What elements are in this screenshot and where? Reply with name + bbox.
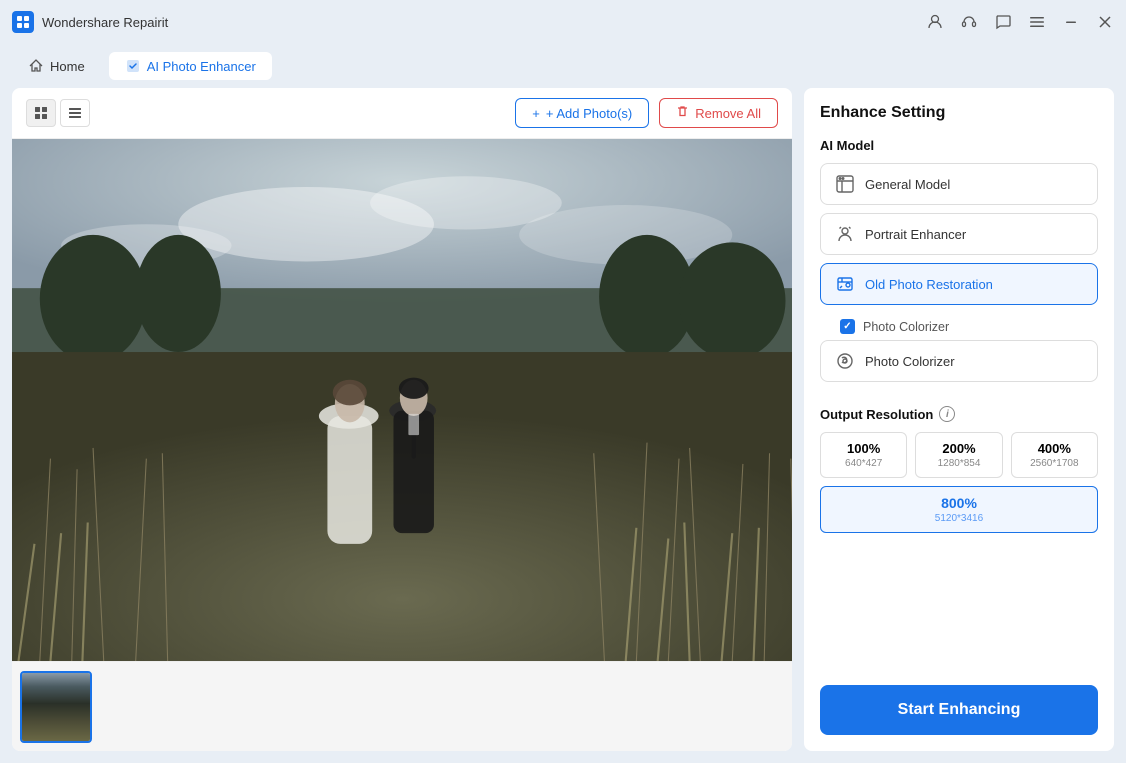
minimize-icon[interactable] <box>1062 13 1080 31</box>
resolution-400[interactable]: 400% 2560*1708 <box>1011 432 1098 478</box>
home-icon <box>28 58 44 74</box>
thumbnail-image <box>22 673 90 741</box>
toolbar: + + Add Photo(s) Remove All <box>12 88 792 139</box>
chat-icon[interactable] <box>994 13 1012 31</box>
app-logo <box>12 11 34 33</box>
photo-colorizer-suboption[interactable]: Photo Colorizer <box>820 313 1098 340</box>
old-photo-model-label: Old Photo Restoration <box>865 277 993 292</box>
thumbnail-item[interactable] <box>20 671 92 743</box>
close-icon[interactable] <box>1096 13 1114 31</box>
headset-icon[interactable] <box>960 13 978 31</box>
resolution-800[interactable]: 800% 5120*3416 <box>820 486 1098 533</box>
model-general[interactable]: General Model <box>820 163 1098 205</box>
ai-model-label: AI Model <box>820 138 1098 153</box>
model-colorizer[interactable]: Photo Colorizer <box>820 340 1098 382</box>
navbar: Home AI Photo Enhancer <box>0 44 1126 88</box>
trash-icon <box>676 105 689 121</box>
colorizer-model-label: Photo Colorizer <box>865 354 955 369</box>
resolution-200[interactable]: 200% 1280*854 <box>915 432 1002 478</box>
resolution-section: Output Resolution i 100% 640*427 200% 12… <box>820 406 1098 549</box>
view-toggles <box>26 99 90 127</box>
app-title: Wondershare Repairit <box>42 15 168 30</box>
titlebar: Wondershare Repairit <box>0 0 1126 44</box>
panel-title: Enhance Setting <box>820 104 1098 122</box>
menu-icon[interactable] <box>1028 13 1046 31</box>
user-icon[interactable] <box>926 13 944 31</box>
tab-ai-enhancer-label: AI Photo Enhancer <box>147 59 256 74</box>
photo-display <box>12 139 792 661</box>
right-panel: Enhance Setting AI Model General Model <box>804 88 1114 751</box>
general-model-icon <box>835 174 855 194</box>
model-portrait[interactable]: Portrait Enhancer <box>820 213 1098 255</box>
tab-home[interactable]: Home <box>12 52 101 80</box>
colorizer-model-icon <box>835 351 855 371</box>
add-photos-button[interactable]: + + Add Photo(s) <box>515 98 649 128</box>
plus-icon: + <box>532 106 540 121</box>
enhancer-icon <box>125 58 141 74</box>
remove-all-button[interactable]: Remove All <box>659 98 778 128</box>
general-model-label: General Model <box>865 177 950 192</box>
resolution-grid: 100% 640*427 200% 1280*854 400% 2560*170… <box>820 432 1098 478</box>
toolbar-actions: + + Add Photo(s) Remove All <box>515 98 778 128</box>
tab-ai-photo-enhancer[interactable]: AI Photo Enhancer <box>109 52 272 80</box>
photo-image <box>12 139 792 661</box>
titlebar-left: Wondershare Repairit <box>12 11 168 33</box>
list-view-button[interactable] <box>60 99 90 127</box>
tab-home-label: Home <box>50 59 85 74</box>
thumbnail-strip <box>12 661 792 751</box>
colorizer-suboption-label: Photo Colorizer <box>863 320 949 334</box>
portrait-model-label: Portrait Enhancer <box>865 227 966 242</box>
titlebar-controls <box>926 13 1114 31</box>
start-enhancing-button[interactable]: Start Enhancing <box>820 685 1098 735</box>
old-photo-model-icon <box>835 274 855 294</box>
colorizer-checkbox[interactable] <box>840 319 855 334</box>
info-icon[interactable]: i <box>939 406 955 422</box>
resolution-label: Output Resolution i <box>820 406 1098 422</box>
portrait-model-icon <box>835 224 855 244</box>
main-content: + + Add Photo(s) Remove All <box>0 88 1126 763</box>
left-panel: + + Add Photo(s) Remove All <box>12 88 792 751</box>
resolution-100[interactable]: 100% 640*427 <box>820 432 907 478</box>
model-old-photo[interactable]: Old Photo Restoration <box>820 263 1098 305</box>
grid-view-button[interactable] <box>26 99 56 127</box>
